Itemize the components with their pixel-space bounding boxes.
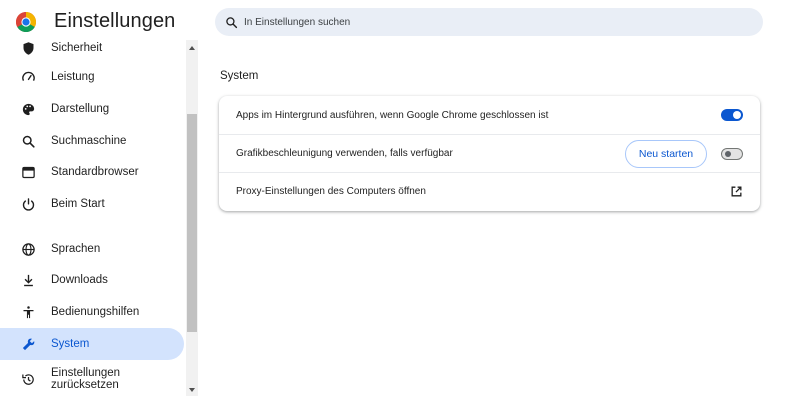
sidebar-item-accessibility[interactable]: Bedienungshilfen xyxy=(0,296,184,328)
setting-label: Proxy-Einstellungen des Computers öffnen xyxy=(236,186,426,197)
restart-button[interactable]: Neu starten xyxy=(625,139,707,168)
sidebar-item-label: Suchmaschine xyxy=(51,135,127,147)
sidebar-item-system[interactable]: System xyxy=(0,328,184,360)
setting-label: Apps im Hintergrund ausführen, wenn Goog… xyxy=(236,109,549,121)
background-apps-toggle[interactable] xyxy=(721,109,743,121)
sidebar-item-reset-settings[interactable]: Einstellungen zurücksetzen xyxy=(0,362,184,396)
settings-window: Einstellungen Sicherheit Leistung Darste… xyxy=(0,0,800,396)
sidebar-item-label: Beim Start xyxy=(51,198,105,210)
sidebar-item-label-line2: zurücksetzen xyxy=(51,379,119,391)
sidebar-item-on-startup[interactable]: Beim Start xyxy=(0,188,184,220)
sidebar-item-performance[interactable]: Leistung xyxy=(0,61,184,93)
sidebar-scrollbar[interactable] xyxy=(186,40,198,396)
sidebar-item-label: Sprachen xyxy=(51,243,101,255)
wrench-icon xyxy=(20,336,36,352)
sidebar-item-downloads[interactable]: Downloads xyxy=(0,264,184,296)
sidebar-item-languages[interactable]: Sprachen xyxy=(0,233,184,265)
sidebar-item-label: Leistung xyxy=(51,71,95,83)
reset-history-icon xyxy=(20,371,36,387)
setting-row-hardware-acceleration[interactable]: Grafikbeschleunigung verwenden, falls ve… xyxy=(219,134,760,172)
setting-row-proxy[interactable]: Proxy-Einstellungen des Computers öffnen xyxy=(219,172,760,210)
sidebar-item-label: Einstellungen zurücksetzen xyxy=(51,367,120,391)
download-icon xyxy=(20,272,36,288)
search-icon xyxy=(226,16,238,28)
palette-icon xyxy=(20,101,36,117)
sidebar: Sicherheit Leistung Darstellung Suchmasc… xyxy=(0,40,186,396)
sidebar-item-label: Bedienungshilfen xyxy=(51,306,140,318)
accessibility-icon xyxy=(20,304,36,320)
section-title: System xyxy=(220,70,259,82)
sidebar-item-search-engine[interactable]: Suchmaschine xyxy=(0,125,184,157)
search-input[interactable] xyxy=(244,16,724,28)
sidebar-item-label: Downloads xyxy=(51,274,108,286)
sidebar-item-label-line1: Einstellungen xyxy=(51,367,121,379)
toggle-knob xyxy=(725,150,731,157)
chrome-logo-icon xyxy=(16,12,36,32)
sidebar-item-appearance[interactable]: Darstellung xyxy=(0,93,184,125)
shield-icon xyxy=(20,40,36,56)
speedometer-icon xyxy=(20,69,36,85)
sidebar-item-label: System xyxy=(51,338,90,350)
scroll-thumb[interactable] xyxy=(187,114,197,332)
scroll-down-arrow-icon[interactable] xyxy=(189,388,195,392)
globe-icon xyxy=(20,241,36,257)
search-icon xyxy=(20,133,36,149)
setting-row-background-apps[interactable]: Apps im Hintergrund ausführen, wenn Goog… xyxy=(219,96,760,134)
search-bar[interactable] xyxy=(215,8,763,36)
system-settings-card: Apps im Hintergrund ausführen, wenn Goog… xyxy=(219,96,760,211)
sidebar-item-label: Sicherheit xyxy=(51,42,103,54)
power-icon xyxy=(20,196,36,212)
sidebar-item-label: Darstellung xyxy=(51,103,110,115)
sidebar-item-label: Standardbrowser xyxy=(51,166,139,178)
sidebar-item-default-browser[interactable]: Standardbrowser xyxy=(0,156,184,188)
toggle-knob xyxy=(733,111,741,119)
browser-window-icon xyxy=(20,164,36,180)
scroll-up-arrow-icon[interactable] xyxy=(189,46,195,50)
hardware-acceleration-toggle[interactable] xyxy=(721,147,743,160)
open-in-new-icon[interactable] xyxy=(730,185,743,198)
page-title: Einstellungen xyxy=(54,10,176,32)
setting-label: Grafikbeschleunigung verwenden, falls ve… xyxy=(236,148,453,159)
